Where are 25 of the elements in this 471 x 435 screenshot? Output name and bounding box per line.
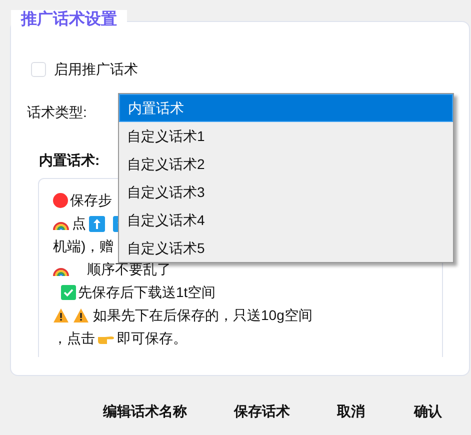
script-text: 保存步 [70, 191, 112, 210]
save-script-button[interactable]: 保存话术 [234, 400, 290, 422]
dropdown-option[interactable]: 自定义话术3 [119, 178, 453, 206]
script-text: 先保存后下载送1t空间 [78, 283, 216, 302]
dropdown-option[interactable]: 自定义话术2 [119, 150, 453, 178]
script-text: ，点击 [53, 329, 95, 348]
cancel-button[interactable]: 取消 [337, 400, 365, 422]
field-label: 话术类型: [27, 102, 87, 122]
script-text: 点 [72, 214, 86, 233]
dropdown-option[interactable]: 内置话术 [119, 94, 453, 122]
section-label: 内置话术: [39, 150, 100, 170]
dropdown-option[interactable]: 自定义话术4 [119, 206, 453, 234]
confirm-button[interactable]: 确认 [414, 400, 442, 422]
checkbox[interactable] [31, 62, 46, 77]
script-text: 顺序不要乱了 [87, 260, 171, 279]
edit-name-button[interactable]: 编辑话术名称 [103, 400, 187, 422]
warning-icon [53, 308, 69, 323]
dropdown-option[interactable]: 自定义话术5 [119, 234, 453, 262]
checkmark-icon [61, 285, 76, 300]
checkbox-label: 启用推广话术 [54, 60, 138, 79]
dropdown-option[interactable]: 自定义话术1 [119, 122, 453, 150]
warning-icon [73, 308, 89, 323]
script-text: 机端)，赠 [53, 237, 114, 256]
script-text: 即可保存。 [117, 329, 187, 348]
script-text: 如果先下在后保存的，只送10g空间 [93, 306, 312, 325]
